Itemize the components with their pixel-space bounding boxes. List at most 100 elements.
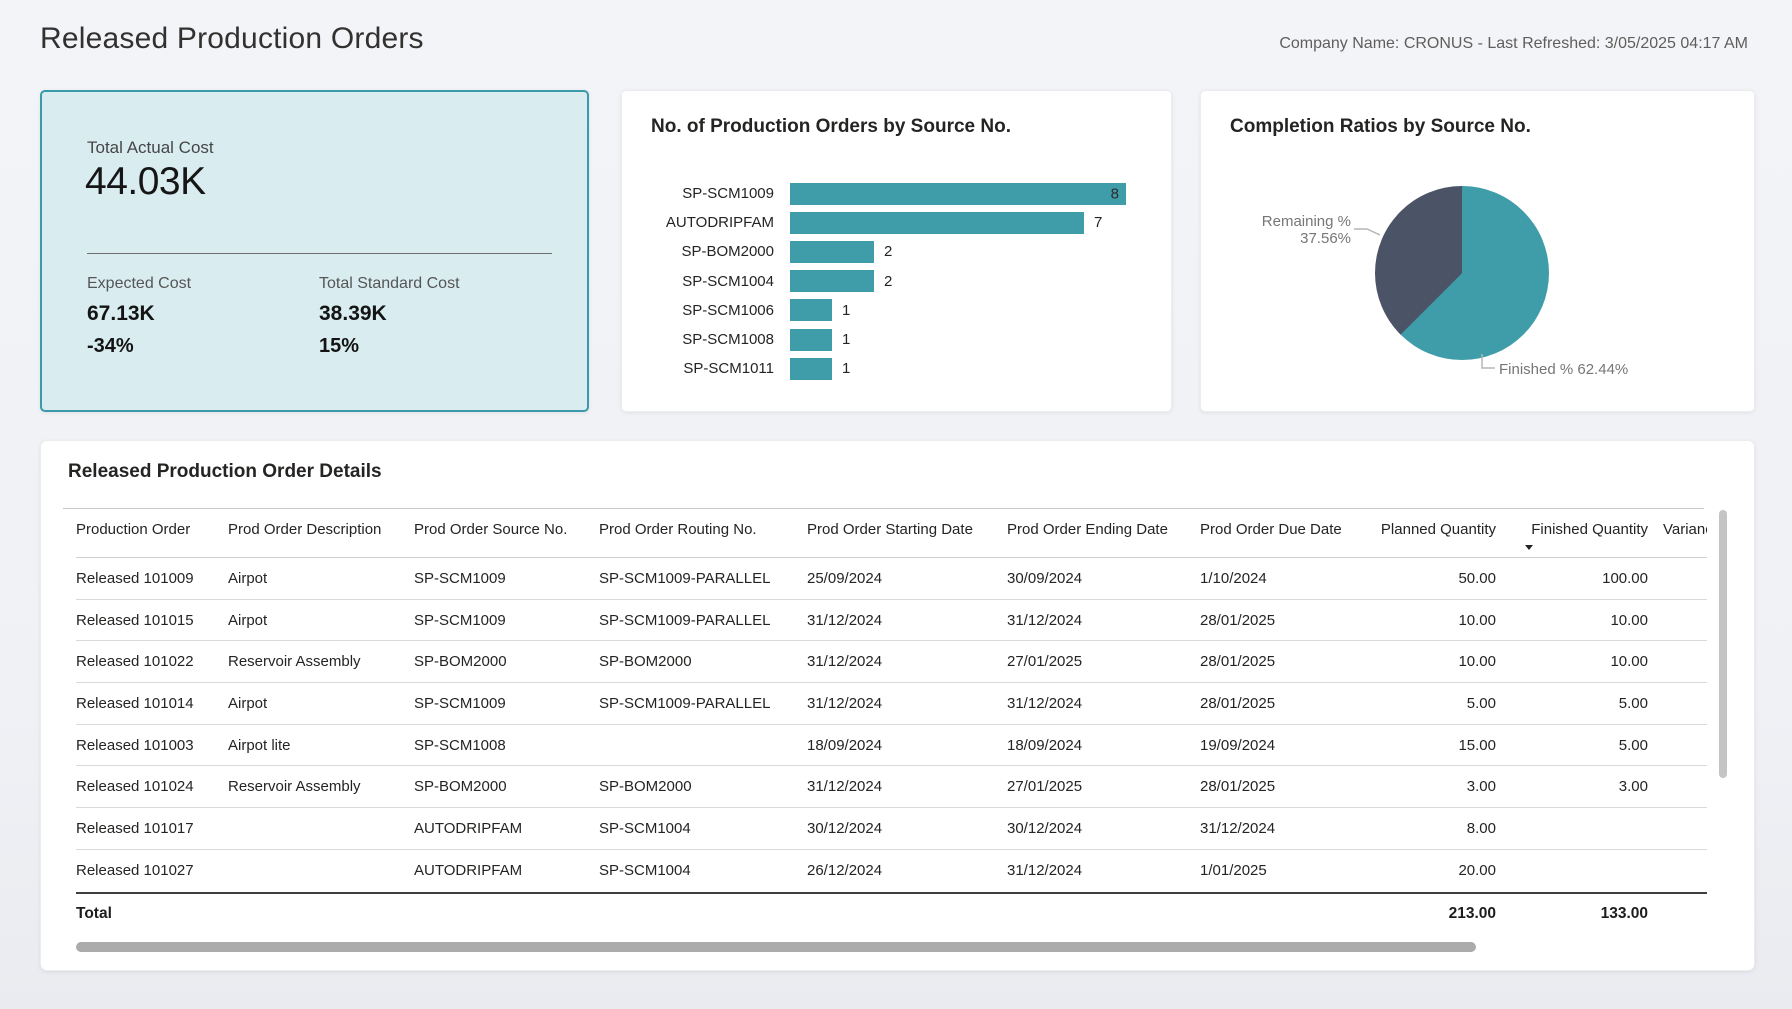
table-row[interactable]: Released 101009AirpotSP-SCM1009SP-SCM100… xyxy=(76,558,1707,600)
bar[interactable] xyxy=(790,299,832,321)
table-row[interactable]: Released 101024Reservoir Assembly SP-BOM2… xyxy=(76,766,1707,808)
table-cell: SP-SCM1008 xyxy=(414,737,599,754)
bar[interactable] xyxy=(790,241,874,263)
total-cell: 213.00 xyxy=(1368,905,1496,923)
table-cell: 100.00 xyxy=(1496,570,1648,587)
kpi-secondary-expected-cost: Expected Cost 67.13K -34% xyxy=(87,275,191,358)
bar-row: SP-BOM20002 xyxy=(642,237,1161,266)
bar-category-label: SP-SCM1011 xyxy=(642,360,774,377)
bar[interactable] xyxy=(790,329,832,351)
table-cell: Airpot xyxy=(228,570,414,587)
table-cell: 31/12/2024 xyxy=(1200,820,1368,837)
column-header[interactable]: Prod Order Starting Date xyxy=(807,509,1007,557)
table-cell: 26/12/2024 xyxy=(807,862,1007,879)
table-cell: SP-SCM1004 xyxy=(599,820,807,837)
column-header[interactable]: Variance xyxy=(1648,509,1707,557)
pie-chart[interactable] xyxy=(1375,186,1549,360)
table-cell: SP-SCM1009 xyxy=(414,570,599,587)
bar[interactable]: 8 xyxy=(790,183,1126,205)
table-cell: SP-SCM1009 xyxy=(414,612,599,629)
table-row[interactable]: Released 101003Airpot liteSP-SCM100818/0… xyxy=(76,725,1707,767)
total-label: Total xyxy=(76,905,228,923)
table-cell: SP-SCM1004 xyxy=(599,862,807,879)
vertical-scrollbar[interactable] xyxy=(1719,510,1727,778)
table-cell: 50.00 xyxy=(1368,570,1496,587)
table-cell: Released 101003 xyxy=(76,737,228,754)
column-header[interactable]: Production Order xyxy=(76,509,228,557)
table-body: Released 101009AirpotSP-SCM1009SP-SCM100… xyxy=(76,558,1707,892)
table-cell: Released 101009 xyxy=(76,570,228,587)
column-header[interactable]: Planned Quantity xyxy=(1368,509,1496,557)
table-cell: SP-SCM1009-PARALLEL xyxy=(599,612,807,629)
table-cell: Reservoir Assembly xyxy=(228,778,414,795)
kpi-divider xyxy=(87,253,552,254)
bar-row: AUTODRIPFAM7 xyxy=(642,208,1161,237)
pie-label-finished: Finished % 62.44% xyxy=(1499,361,1628,378)
table-cell: 18/09/2024 xyxy=(1007,737,1200,754)
bar-value-label: 1 xyxy=(842,331,850,348)
bar-value-label: 2 xyxy=(884,273,892,290)
table-cell: Airpot xyxy=(228,695,414,712)
table-cell: Released 101014 xyxy=(76,695,228,712)
column-header[interactable]: Prod Order Description xyxy=(228,509,414,557)
table-cell: 5.00 xyxy=(1368,695,1496,712)
table-cell: 19/09/2024 xyxy=(1200,737,1368,754)
table-cell: 31/12/2024 xyxy=(807,695,1007,712)
horizontal-scrollbar[interactable] xyxy=(76,942,1476,952)
bar[interactable] xyxy=(790,212,1084,234)
table-cell: 25/09/2024 xyxy=(807,570,1007,587)
table-cell: 28/01/2025 xyxy=(1200,653,1368,670)
bar[interactable] xyxy=(790,270,874,292)
table-cell: 1/10/2024 xyxy=(1200,570,1368,587)
table-cell: 10.00 xyxy=(1496,653,1648,670)
table-row[interactable]: Released 101014AirpotSP-SCM1009SP-SCM100… xyxy=(76,683,1707,725)
table-cell: 31/12/2024 xyxy=(1007,862,1200,879)
pie-chart-card[interactable]: Completion Ratios by Source No. Remainin… xyxy=(1200,90,1755,412)
page-title: Released Production Orders xyxy=(40,22,424,56)
pie-label-remaining: Remaining % 37.56% xyxy=(1215,213,1351,247)
table-cell: 1/01/2025 xyxy=(1200,862,1368,879)
table-cell: 31/12/2024 xyxy=(1007,695,1200,712)
bar-category-label: SP-SCM1008 xyxy=(642,331,774,348)
kpi-card-total-actual-cost[interactable]: Total Actual Cost 44.03K Expected Cost 6… xyxy=(40,90,589,412)
table-cell: Released 101027 xyxy=(76,862,228,879)
kpi-secondary-delta: 15% xyxy=(319,334,460,358)
table-cell: SP-BOM2000 xyxy=(599,778,807,795)
column-header[interactable]: Prod Order Ending Date xyxy=(1007,509,1200,557)
table-cell: 10.00 xyxy=(1368,653,1496,670)
column-header[interactable]: Finished Quantity xyxy=(1496,509,1648,557)
table-cell: 31/12/2024 xyxy=(807,653,1007,670)
table-cell: 5.00 xyxy=(1496,695,1648,712)
table-row[interactable]: Released 101017AUTODRIPFAMSP-SCM100430/1… xyxy=(76,808,1707,850)
table-total-row: Total 213.00133.00 xyxy=(76,892,1707,934)
table-cell: AUTODRIPFAM xyxy=(414,820,599,837)
table-cell: Released 101024 xyxy=(76,778,228,795)
table-row[interactable]: Released 101027AUTODRIPFAMSP-SCM100426/1… xyxy=(76,850,1707,892)
bar-category-label: SP-SCM1009 xyxy=(642,185,774,202)
table-cell: 5.00 xyxy=(1496,737,1648,754)
total-cell: 133.00 xyxy=(1496,905,1648,923)
table-card[interactable]: Released Production Order Details Produc… xyxy=(40,440,1755,971)
table-row[interactable]: Released 101022Reservoir AssemblySP-BOM2… xyxy=(76,641,1707,683)
bar-value-label: 7 xyxy=(1094,214,1102,231)
sort-descending-icon[interactable] xyxy=(1525,545,1533,550)
table-cell: Airpot xyxy=(228,612,414,629)
bar-chart-card[interactable]: No. of Production Orders by Source No. S… xyxy=(621,90,1172,412)
table-cell: 10.00 xyxy=(1368,612,1496,629)
table-cell: 27/01/2025 xyxy=(1007,653,1200,670)
table-cell: 20.00 xyxy=(1368,862,1496,879)
kpi-secondary-label: Total Standard Cost xyxy=(319,275,460,293)
column-header[interactable]: Prod Order Due Date xyxy=(1200,509,1368,557)
table-cell: 3.00 xyxy=(1368,778,1496,795)
leader-line-remaining xyxy=(1354,229,1380,235)
column-header[interactable]: Prod Order Routing No. xyxy=(599,509,807,557)
table-cell: 30/09/2024 xyxy=(1007,570,1200,587)
table-cell: Released 101015 xyxy=(76,612,228,629)
table-row[interactable]: Released 101015AirpotSP-SCM1009SP-SCM100… xyxy=(76,600,1707,642)
column-header[interactable]: Prod Order Source No. xyxy=(414,509,599,557)
table-cell: SP-SCM1009-PARALLEL xyxy=(599,570,807,587)
table-cell: 30/12/2024 xyxy=(807,820,1007,837)
pie-chart-title: Completion Ratios by Source No. xyxy=(1230,116,1531,138)
bar[interactable] xyxy=(790,358,832,380)
kpi-secondary-standard-cost: Total Standard Cost 38.39K 15% xyxy=(319,275,460,358)
